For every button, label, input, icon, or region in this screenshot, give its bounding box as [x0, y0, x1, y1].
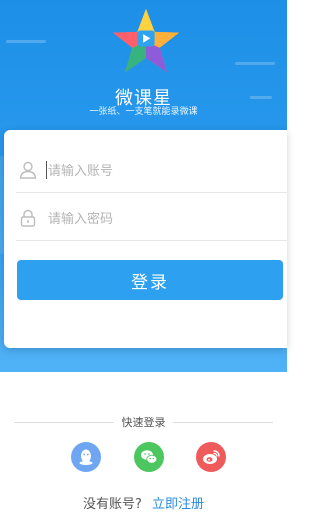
login-button[interactable]: 登录 — [17, 260, 283, 300]
password-field — [16, 196, 287, 241]
username-field — [16, 148, 287, 193]
wechat-login-button[interactable] — [134, 442, 164, 472]
qq-icon — [79, 449, 93, 465]
streak-decoration — [235, 62, 275, 65]
text-cursor — [46, 161, 47, 179]
register-link[interactable]: 立即注册 — [152, 497, 204, 512]
app-logo-icon — [112, 8, 180, 73]
lock-icon — [20, 209, 36, 227]
user-icon — [19, 161, 37, 179]
divider-line — [173, 422, 273, 423]
password-input[interactable] — [46, 204, 280, 234]
register-prompt: 没有账号? 立即注册 — [0, 493, 287, 512]
app-slogan: 一张纸、一支笔就能录微课 — [89, 107, 198, 117]
streak-decoration — [6, 40, 46, 43]
weibo-icon — [203, 450, 220, 464]
quick-login-divider: 快速登录 — [0, 413, 287, 431]
no-account-text: 没有账号? — [83, 497, 142, 512]
wechat-icon — [141, 450, 158, 464]
weibo-login-button[interactable] — [196, 442, 226, 472]
qq-login-button[interactable] — [71, 442, 101, 472]
username-input[interactable] — [46, 156, 280, 186]
login-card: 登录 — [4, 130, 287, 348]
